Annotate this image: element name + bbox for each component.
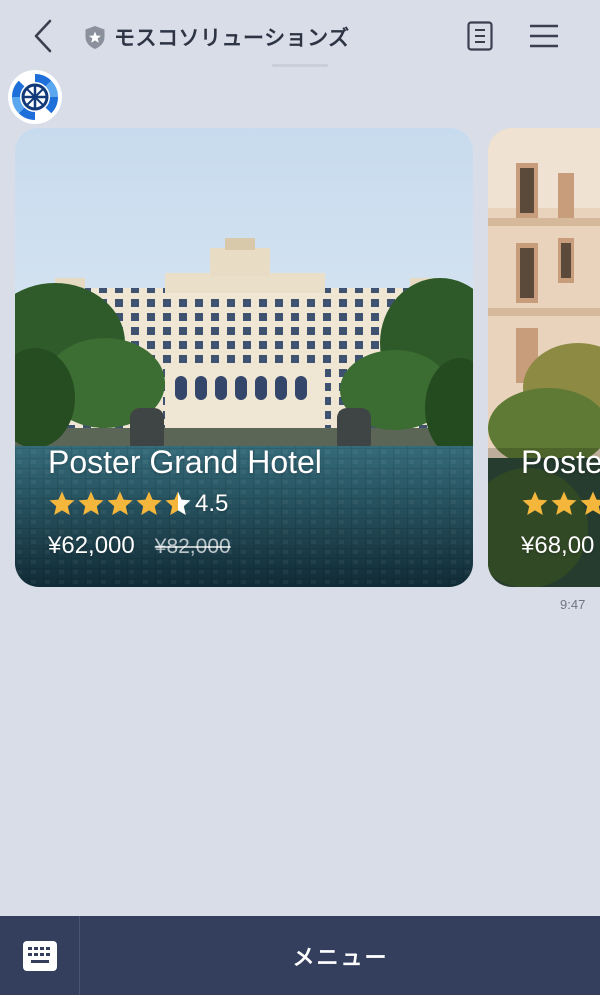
price: ¥68,00 [521, 532, 595, 559]
original-price: ¥82,000 [154, 535, 231, 558]
price-row: ¥68,00 [521, 532, 600, 560]
star-icon [107, 491, 133, 515]
keyboard-button[interactable] [0, 916, 80, 995]
star-icon [551, 491, 577, 515]
back-button[interactable] [28, 16, 58, 56]
hotel-name: Poster Grand Hotel [48, 444, 322, 480]
hamburger-icon [530, 24, 558, 48]
hotel-name: Poste [521, 444, 600, 480]
rating-row: 4.5 [48, 488, 322, 520]
header-divider [272, 64, 328, 67]
star-icon [165, 491, 191, 515]
star-rating [48, 490, 193, 518]
hotel-carousel[interactable]: Poster Grand Hotel 4.5 ¥62,000 ¥82,000 P… [0, 128, 600, 588]
chat-title: モスコソリューションズ [114, 26, 350, 50]
star-rating [521, 490, 600, 518]
rating-value: 4.5 [195, 490, 229, 517]
price-row: ¥62,000 ¥82,000 [48, 532, 322, 560]
shield-star-icon [85, 25, 105, 49]
company-logo-icon [9, 71, 61, 123]
star-icon [49, 491, 75, 515]
avatar[interactable] [8, 70, 62, 124]
star-icon [522, 491, 548, 515]
star-icon [136, 491, 162, 515]
price: ¥62,000 [48, 532, 135, 559]
hotel-card[interactable]: Poste ¥68,00 [488, 128, 600, 587]
hotel-card-info: Poster Grand Hotel 4.5 ¥62,000 ¥82,000 [48, 446, 322, 560]
menu-button[interactable] [528, 22, 560, 50]
star-icon [580, 491, 600, 515]
chat-title-group[interactable]: モスコソリューションズ [84, 22, 350, 52]
chevron-left-icon [34, 19, 52, 53]
hotel-card[interactable]: Poster Grand Hotel 4.5 ¥62,000 ¥82,000 [15, 128, 473, 587]
keyboard-icon [22, 940, 57, 971]
hotel-card-info: Poste ¥68,00 [521, 446, 600, 560]
star-icon [78, 491, 104, 515]
notes-button[interactable] [466, 20, 494, 52]
bottom-bar: メニュー [0, 916, 600, 995]
rating-row [521, 488, 600, 520]
rich-menu-toggle[interactable]: メニュー [81, 916, 600, 995]
message-timestamp: 9:47 [560, 597, 586, 612]
chat-header: モスコソリューションズ [0, 0, 600, 72]
note-icon [467, 21, 493, 51]
